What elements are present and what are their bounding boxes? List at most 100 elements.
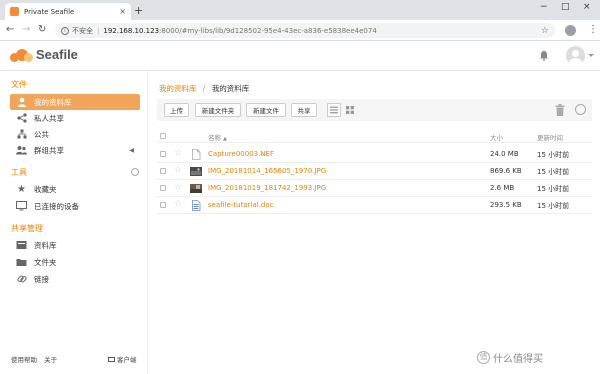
- app-header: Seafile: [0, 41, 600, 71]
- star-icon[interactable]: ☆: [174, 148, 182, 158]
- image-thumbnail-icon: [190, 167, 202, 176]
- row-checkbox[interactable]: [160, 185, 166, 191]
- forward-button[interactable]: →: [22, 24, 30, 35]
- new-file-button[interactable]: 新建文件: [246, 103, 286, 117]
- sidebar-footer-links: 使用帮助 关于: [11, 354, 57, 364]
- column-header-modified[interactable]: 更新时间: [537, 132, 563, 142]
- grid-view-button[interactable]: [343, 103, 357, 117]
- notification-bell-icon[interactable]: [539, 50, 549, 61]
- file-name-link[interactable]: IMG_20181014_165605_1970.JPG: [208, 167, 326, 175]
- address-bar[interactable]: i 不安全 | 192.168.10.123 :8000/#my-libs/li…: [55, 23, 555, 38]
- breadcrumb-link[interactable]: 我的资料库: [159, 84, 197, 93]
- seafile-favicon-icon: [10, 7, 19, 16]
- about-link[interactable]: 关于: [44, 356, 57, 364]
- column-header-size[interactable]: 大小: [490, 132, 503, 142]
- list-view-button[interactable]: [327, 103, 341, 117]
- star-icon[interactable]: ☆: [174, 182, 182, 192]
- file-name-link[interactable]: seafile-tutorial.doc: [208, 201, 274, 209]
- client-link[interactable]: 客户端: [108, 354, 137, 364]
- insecure-label: 不安全: [72, 26, 93, 35]
- file-size: 293.5 KB: [490, 201, 522, 209]
- watermark: 值 什么值得买: [477, 350, 543, 365]
- file-row[interactable]: ☆ IMG_20181014_165605_1970.JPG 869.6 KB …: [157, 163, 592, 180]
- folder-icon: [16, 257, 27, 268]
- library-icon: [16, 240, 27, 251]
- row-checkbox[interactable]: [160, 168, 166, 174]
- browser-tab-bar: Private Seafile × + − □ ×: [0, 0, 600, 20]
- browser-toolbar: ← → ↻ i 不安全 | 192.168.10.123 :8000/#my-l…: [0, 20, 600, 41]
- star-icon: ★: [17, 183, 26, 195]
- sidebar-item-public[interactable]: 公共: [10, 126, 140, 142]
- browser-tab[interactable]: Private Seafile ×: [5, 3, 131, 20]
- main-panel: 我的资料库 / 我的资料库 上传 新建文件夹 新建文件 共享 名称 ▲ 大小 更新…: [148, 71, 600, 374]
- file-modified: 15 小时前: [537, 202, 570, 210]
- client-label: 客户端: [117, 356, 137, 364]
- sidebar-item-groups[interactable]: 群组共享 ◀: [10, 142, 140, 158]
- sidebar-section-tools: 工具: [11, 168, 27, 177]
- upload-button[interactable]: 上传: [164, 103, 189, 117]
- settings-gear-icon[interactable]: [131, 168, 139, 176]
- grid-view-icon: [346, 106, 354, 114]
- file-icon: [192, 149, 201, 160]
- file-row[interactable]: ☆ seafile-tutorial.doc 293.5 KB 15 小时前: [157, 197, 592, 214]
- new-folder-button[interactable]: 新建文件夹: [195, 103, 241, 117]
- file-modified: 15 小时前: [537, 151, 570, 159]
- link-icon: [16, 274, 27, 285]
- file-toolbar: 上传 新建文件夹 新建文件 共享: [157, 99, 592, 121]
- file-row[interactable]: ☆ Capture00003.NEF 24.0 MB 15 小时前: [157, 146, 592, 163]
- sidebar-item-label: 公共: [34, 129, 49, 139]
- seafile-logo[interactable]: Seafile: [10, 47, 78, 62]
- sidebar-item-starred[interactable]: ★ 收藏夹: [10, 181, 140, 197]
- bookmark-star-icon[interactable]: ☆: [541, 26, 549, 36]
- user-avatar[interactable]: [566, 46, 585, 65]
- sidebar-item-my-libraries[interactable]: 我的资料库: [10, 94, 140, 110]
- sidebar-item-label: 已连接的设备: [34, 201, 79, 211]
- sidebar-item-label: 资料库: [34, 240, 57, 250]
- row-checkbox[interactable]: [160, 151, 166, 157]
- sidebar-item-share-libraries[interactable]: 资料库: [10, 237, 140, 253]
- info-icon[interactable]: i: [61, 26, 69, 35]
- profile-icon[interactable]: [565, 25, 576, 36]
- window-close-button[interactable]: ×: [583, 2, 591, 12]
- star-icon[interactable]: ☆: [174, 165, 182, 175]
- chevron-left-icon[interactable]: ◀: [129, 147, 134, 154]
- new-tab-button[interactable]: +: [134, 4, 143, 17]
- sidebar-item-shared-with-me[interactable]: 私人共享: [10, 110, 140, 126]
- image-thumbnail-icon: [190, 184, 202, 193]
- sidebar-item-share-folders[interactable]: 文件夹: [10, 254, 140, 270]
- file-name-link[interactable]: IMG_20181019_181742_1993.JPG: [208, 184, 326, 192]
- trash-icon[interactable]: [555, 104, 565, 116]
- breadcrumb-separator: /: [202, 84, 206, 93]
- back-button[interactable]: ←: [6, 24, 14, 35]
- reload-button[interactable]: ↻: [38, 24, 46, 35]
- url-path: :8000/#my-libs/lib/9d128502-95e4-43ec-a8…: [159, 26, 377, 35]
- file-name-link[interactable]: Capture00003.NEF: [208, 150, 274, 158]
- help-link[interactable]: 使用帮助: [11, 356, 37, 364]
- file-modified: 15 小时前: [537, 168, 570, 176]
- sidebar-item-label: 私人共享: [34, 113, 64, 123]
- watermark-logo-icon: 值: [477, 351, 490, 364]
- select-all-checkbox[interactable]: [160, 133, 166, 139]
- browser-menu-icon[interactable]: ⋮: [588, 24, 598, 35]
- window-maximize-button[interactable]: □: [561, 2, 570, 12]
- list-view-icon: [330, 106, 338, 114]
- monitor-icon: [108, 356, 115, 362]
- sidebar-item-label: 文件夹: [34, 257, 57, 267]
- chevron-down-icon[interactable]: [588, 54, 594, 57]
- sidebar: 文件 我的资料库 私人共享 公共 群组共享 ◀ 工具 ★ 收藏夹 已连接的设备: [0, 71, 148, 374]
- sidebar-item-linked-devices[interactable]: 已连接的设备: [10, 198, 140, 214]
- row-checkbox[interactable]: [160, 202, 166, 208]
- share-button[interactable]: 共享: [291, 103, 317, 117]
- sidebar-item-share-links[interactable]: 链接: [10, 271, 140, 287]
- file-row[interactable]: ☆ IMG_20181019_181742_1993.JPG 2.6 MB 15…: [157, 180, 592, 197]
- history-clock-icon[interactable]: [575, 104, 586, 115]
- file-size: 24.0 MB: [490, 150, 519, 158]
- tab-title: Private Seafile: [24, 7, 75, 16]
- org-icon: [16, 129, 27, 140]
- watermark-text: 什么值得买: [493, 354, 543, 365]
- column-header-name[interactable]: 名称 ▲: [208, 132, 227, 142]
- tab-close-icon[interactable]: ×: [119, 7, 126, 16]
- window-minimize-button[interactable]: −: [540, 2, 548, 12]
- star-icon[interactable]: ☆: [174, 199, 182, 209]
- sidebar-item-label: 链接: [34, 274, 49, 284]
